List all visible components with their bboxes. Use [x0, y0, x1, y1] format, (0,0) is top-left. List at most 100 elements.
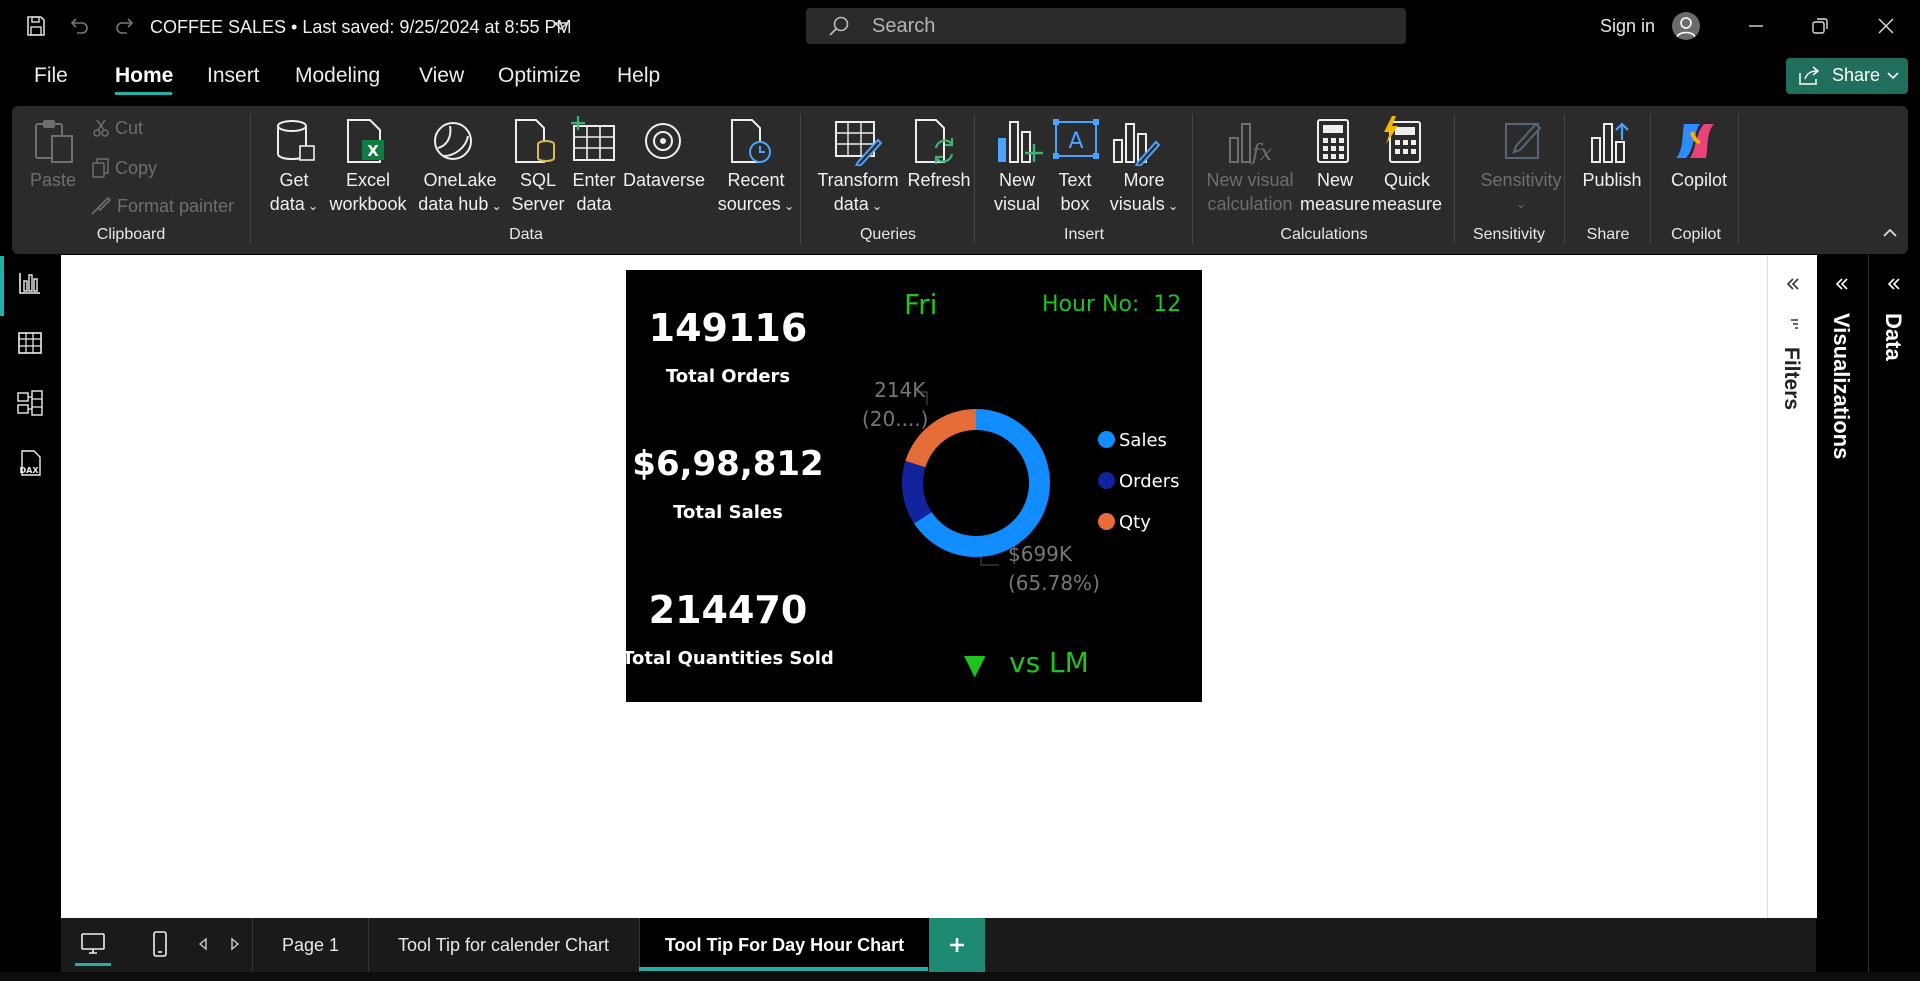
- page-tab-page-1[interactable]: Page 1: [252, 918, 368, 972]
- transform-data-button[interactable]: Transform data ⌄: [812, 168, 904, 218]
- tab-help[interactable]: Help: [617, 64, 660, 88]
- donut-slice-orders[interactable]: [902, 460, 932, 524]
- recent-label-2: sources: [717, 194, 781, 214]
- tab-home[interactable]: Home: [115, 64, 173, 88]
- sql-server-button[interactable]: SQL Server: [508, 168, 568, 216]
- excel-label-1: Excel: [345, 170, 390, 190]
- search-input[interactable]: Search: [806, 8, 1406, 44]
- more-visuals-button[interactable]: More visuals ⌄: [1104, 168, 1184, 218]
- onelake-data-hub-button[interactable]: OneLake data hub ⌄: [412, 168, 508, 218]
- tab-optimize[interactable]: Optimize: [498, 64, 581, 88]
- copilot-button[interactable]: Copilot: [1664, 168, 1734, 192]
- copilot-icon: [1670, 118, 1720, 169]
- group-separator: [1454, 114, 1455, 244]
- cut-button[interactable]: Cut: [92, 118, 143, 139]
- donut-slice-qty[interactable]: [905, 409, 976, 468]
- desktop-layout-icon[interactable]: [79, 930, 107, 963]
- collapse-ribbon-icon[interactable]: [1882, 226, 1898, 245]
- tab-modeling[interactable]: Modeling: [295, 64, 380, 88]
- model-view-icon[interactable]: [16, 389, 44, 417]
- sensitivity-button[interactable]: Sensitivity ⌄: [1466, 168, 1576, 216]
- sign-in-link[interactable]: Sign in: [1600, 16, 1655, 37]
- next-page-icon[interactable]: [229, 937, 241, 956]
- text-box-button[interactable]: Text box: [1048, 168, 1102, 216]
- filter-icon: [1785, 317, 1803, 335]
- tab-insert[interactable]: Insert: [207, 64, 260, 88]
- expand-pane-icon[interactable]: [1784, 275, 1802, 293]
- expand-pane-icon[interactable]: [1885, 275, 1903, 293]
- document-title[interactable]: COFFEE SALES • Last saved: 9/25/2024 at …: [150, 17, 572, 38]
- close-icon[interactable]: [1874, 14, 1898, 38]
- new-measure-button[interactable]: New measure: [1300, 168, 1370, 216]
- publish-button[interactable]: Publish: [1572, 168, 1652, 192]
- new-visual-calculation-button[interactable]: New visual calculation: [1202, 168, 1298, 216]
- calculator-icon: [1314, 118, 1354, 169]
- report-view-icon[interactable]: [16, 269, 44, 297]
- dataverse-button[interactable]: Dataverse: [622, 168, 706, 192]
- legend-item-qty[interactable]: Qty: [1098, 512, 1151, 533]
- share-button[interactable]: Share: [1786, 58, 1908, 94]
- restore-icon[interactable]: [1808, 14, 1832, 38]
- onelake-icon: [430, 118, 476, 169]
- svg-text:X: X: [367, 142, 379, 160]
- minimize-icon[interactable]: [1744, 14, 1768, 38]
- avatar[interactable]: [1672, 12, 1700, 40]
- visual-calc-label-2: calculation: [1207, 194, 1293, 214]
- tab-view[interactable]: View: [419, 64, 464, 88]
- undo-icon[interactable]: [66, 12, 94, 40]
- redo-icon[interactable]: [110, 12, 138, 40]
- new-visual-icon: [996, 118, 1044, 171]
- quick-measure-button[interactable]: Quick measure: [1370, 168, 1444, 216]
- tooltip-visual[interactable]: 149116 Total Orders $6,98,812 Total Sale…: [622, 270, 1202, 702]
- previous-page-icon[interactable]: [197, 937, 209, 956]
- save-icon[interactable]: [22, 12, 50, 40]
- legend-marker: [1098, 513, 1115, 530]
- publish-icon: [1588, 118, 1634, 169]
- chevron-down-icon: ⌄: [304, 199, 319, 213]
- copy-button[interactable]: Copy: [92, 158, 157, 179]
- page-tab-calender-tooltip[interactable]: Tool Tip for calender Chart: [368, 918, 638, 972]
- dax-query-view-icon[interactable]: DAX: [16, 449, 44, 477]
- svg-text:A: A: [1068, 129, 1083, 154]
- copy-icon: [92, 158, 109, 178]
- legend-item-sales[interactable]: Sales: [1098, 430, 1167, 451]
- legend-item-orders[interactable]: Orders: [1098, 471, 1180, 492]
- active-page-indicator: [639, 967, 928, 971]
- add-page-button[interactable]: [929, 918, 985, 972]
- sql-label-1: SQL: [519, 170, 557, 190]
- tab-file[interactable]: File: [34, 64, 68, 88]
- share-icon: [1799, 66, 1820, 85]
- title-bar: COFFEE SALES • Last saved: 9/25/2024 at …: [0, 0, 1920, 54]
- recent-sources-button[interactable]: Recent sources ⌄: [708, 168, 804, 218]
- filters-pane-label[interactable]: Filters: [1779, 347, 1803, 410]
- group-label-sensitivity: Sensitivity: [1472, 226, 1546, 243]
- new-visual-button[interactable]: New visual: [990, 168, 1044, 216]
- data-pane-label[interactable]: Data: [1880, 313, 1906, 361]
- expand-pane-icon[interactable]: [1833, 275, 1851, 293]
- refresh-button[interactable]: Refresh: [904, 168, 974, 192]
- get-data-button[interactable]: Get data ⌄: [264, 168, 324, 218]
- search-placeholder: Search: [872, 15, 936, 37]
- paste-button[interactable]: Paste: [26, 168, 80, 192]
- svg-text:DAX: DAX: [20, 466, 40, 475]
- enter-data-button[interactable]: Enter data: [568, 168, 620, 216]
- quick-measure-icon: [1380, 116, 1426, 169]
- group-label-data: Data: [509, 226, 543, 243]
- excel-workbook-button[interactable]: Excel workbook: [326, 168, 410, 216]
- page-tab-day-hour-tooltip[interactable]: Tool Tip For Day Hour Chart: [639, 918, 929, 972]
- group-label-queries: Queries: [859, 226, 917, 243]
- visualizations-pane[interactable]: Visualizations: [1817, 255, 1868, 981]
- sensitivity-label: Sensitivity: [1480, 170, 1562, 190]
- chevron-down-icon[interactable]: [552, 17, 570, 35]
- filters-pane[interactable]: Filters: [1767, 255, 1817, 918]
- mobile-layout-icon[interactable]: [149, 930, 171, 963]
- group-label-share: Share: [1586, 226, 1630, 243]
- database-icon: [272, 118, 316, 169]
- table-view-icon[interactable]: [16, 329, 44, 357]
- paste-icon: [32, 118, 76, 169]
- dataverse-label: Dataverse: [622, 170, 706, 190]
- data-pane[interactable]: Data: [1868, 255, 1920, 981]
- visualizations-pane-label[interactable]: Visualizations: [1828, 313, 1854, 459]
- format-painter-button[interactable]: Format painter: [90, 196, 234, 217]
- search-icon: [828, 15, 850, 37]
